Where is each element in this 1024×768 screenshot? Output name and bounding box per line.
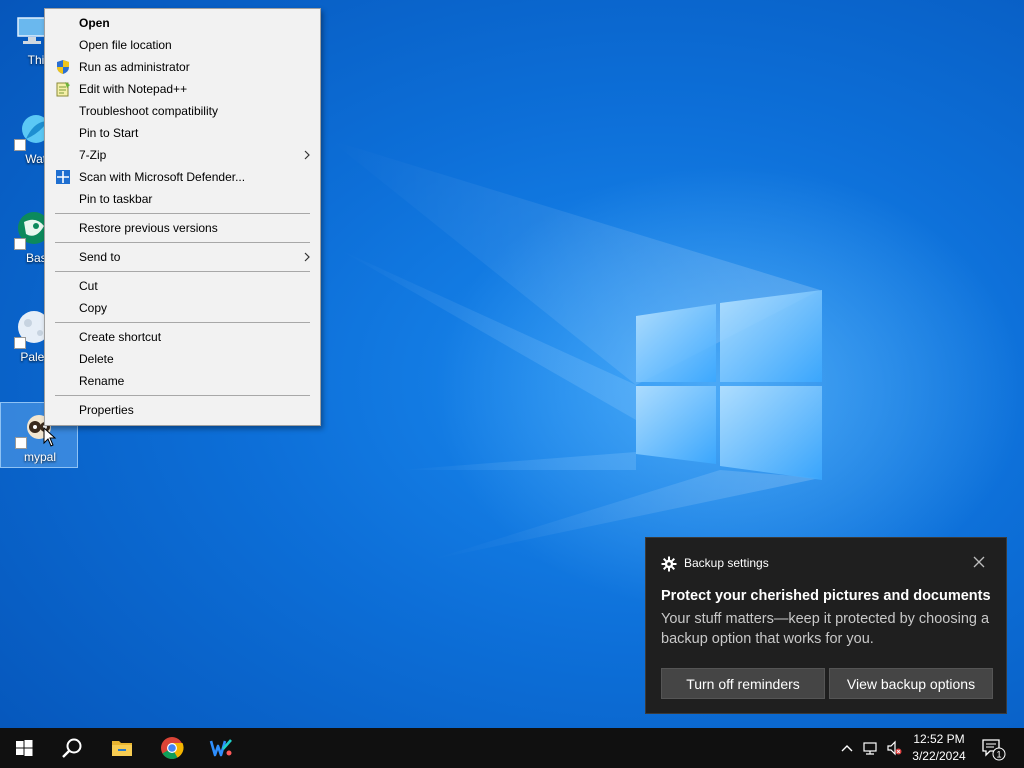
menu-item-cut[interactable]: Cut: [47, 275, 318, 297]
chevron-up-icon[interactable]: [839, 740, 855, 756]
menu-item-label: Rename: [79, 374, 125, 388]
menu-item-edit-with-notepadpp[interactable]: Edit with Notepad++: [47, 78, 318, 100]
menu-separator: [55, 395, 310, 396]
menu-item-label: Delete: [79, 352, 114, 366]
menu-item-pin-to-taskbar[interactable]: Pin to taskbar: [47, 188, 318, 210]
menu-item-label: Restore previous versions: [79, 221, 218, 235]
toast-app-name: Backup settings: [684, 556, 769, 570]
menu-item-label: Copy: [79, 301, 108, 315]
action-center-button[interactable]: 1: [980, 736, 1006, 762]
uac-shield-icon: [57, 60, 69, 74]
notification-count-badge: 1: [996, 750, 1001, 760]
wps-button[interactable]: [197, 728, 245, 768]
menu-item-restore-previous-versions[interactable]: Restore previous versions: [47, 217, 318, 239]
wps-icon: [209, 739, 232, 757]
file-explorer-icon: [112, 741, 132, 756]
menu-item-rename[interactable]: Rename: [47, 370, 318, 392]
search-button[interactable]: [48, 728, 96, 768]
mouse-cursor-icon: [43, 427, 57, 447]
volume-muted-icon[interactable]: [886, 740, 902, 756]
menu-item-label: Edit with Notepad++: [79, 82, 188, 96]
menu-item-label: Scan with Microsoft Defender...: [79, 170, 246, 184]
shortcut-arrow-icon: [15, 437, 27, 449]
menu-item-label: Pin to taskbar: [79, 192, 153, 206]
menu-item-open[interactable]: Open: [47, 12, 318, 34]
menu-item-create-shortcut[interactable]: Create shortcut: [47, 326, 318, 348]
start-icon: [16, 740, 33, 756]
clock-date: 3/22/2024: [912, 749, 966, 763]
menu-item-pin-to-start[interactable]: Pin to Start: [47, 122, 318, 144]
network-icon[interactable]: [862, 740, 878, 756]
clock[interactable]: 12:52 PM 3/22/2024: [903, 731, 975, 765]
menu-item-scan-with-defender[interactable]: Scan with Microsoft Defender...: [47, 166, 318, 188]
menu-item-open-file-location[interactable]: Open file location: [47, 34, 318, 56]
toast-title: Protect your cherished pictures and docu…: [661, 588, 991, 604]
search-icon: [62, 738, 82, 758]
menu-item-run-as-administrator[interactable]: Run as administrator: [47, 56, 318, 78]
menu-item-copy[interactable]: Copy: [47, 297, 318, 319]
file-explorer-button[interactable]: [98, 728, 146, 768]
menu-item-label: Pin to Start: [79, 126, 139, 140]
shortcut-arrow-icon: [14, 139, 26, 151]
menu-item-properties[interactable]: Properties: [47, 399, 318, 421]
menu-item-troubleshoot-compatibility[interactable]: Troubleshoot compatibility: [47, 100, 318, 122]
menu-separator: [55, 242, 310, 243]
clock-time: 12:52 PM: [913, 732, 965, 746]
taskbar: 12:52 PM 3/22/2024 1: [0, 728, 1024, 768]
backup-notification-toast[interactable]: Backup settings Protect your cherished p…: [645, 537, 1007, 714]
gear-icon: [661, 556, 677, 572]
notepadpp-icon: [56, 82, 70, 97]
menu-separator: [55, 213, 310, 214]
menu-item-label: Open file location: [79, 38, 172, 52]
turn-off-reminders-button[interactable]: Turn off reminders: [661, 668, 825, 699]
menu-separator: [55, 271, 310, 272]
menu-item-label: Create shortcut: [79, 330, 162, 344]
menu-item-label: Troubleshoot compatibility: [79, 104, 218, 118]
menu-item-delete[interactable]: Delete: [47, 348, 318, 370]
context-menu: Open Open file location Run as administr…: [44, 8, 321, 426]
menu-item-label: Run as administrator: [79, 60, 190, 74]
view-backup-options-button[interactable]: View backup options: [829, 668, 993, 699]
menu-item-label: Properties: [79, 403, 134, 417]
chevron-right-icon: [304, 150, 310, 160]
close-icon[interactable]: [972, 555, 986, 569]
desktop-icon-label: mypal: [23, 450, 56, 464]
shortcut-arrow-icon: [14, 337, 26, 349]
menu-item-7zip[interactable]: 7-Zip: [47, 144, 318, 166]
chrome-icon: [161, 737, 184, 759]
toast-body: Your stuff matters—keep it protected by …: [661, 611, 990, 647]
menu-item-label: Send to: [79, 250, 121, 264]
chrome-button[interactable]: [148, 728, 196, 768]
menu-item-label: 7-Zip: [79, 148, 107, 162]
menu-item-send-to[interactable]: Send to: [47, 246, 318, 268]
menu-separator: [55, 322, 310, 323]
menu-item-label: Open: [79, 16, 110, 30]
windows-logo-wallpaper: [636, 290, 822, 480]
shortcut-arrow-icon: [14, 238, 26, 250]
start-button[interactable]: [0, 728, 48, 768]
defender-icon: [56, 170, 70, 184]
chevron-right-icon: [304, 252, 310, 262]
menu-item-label: Cut: [79, 279, 98, 293]
